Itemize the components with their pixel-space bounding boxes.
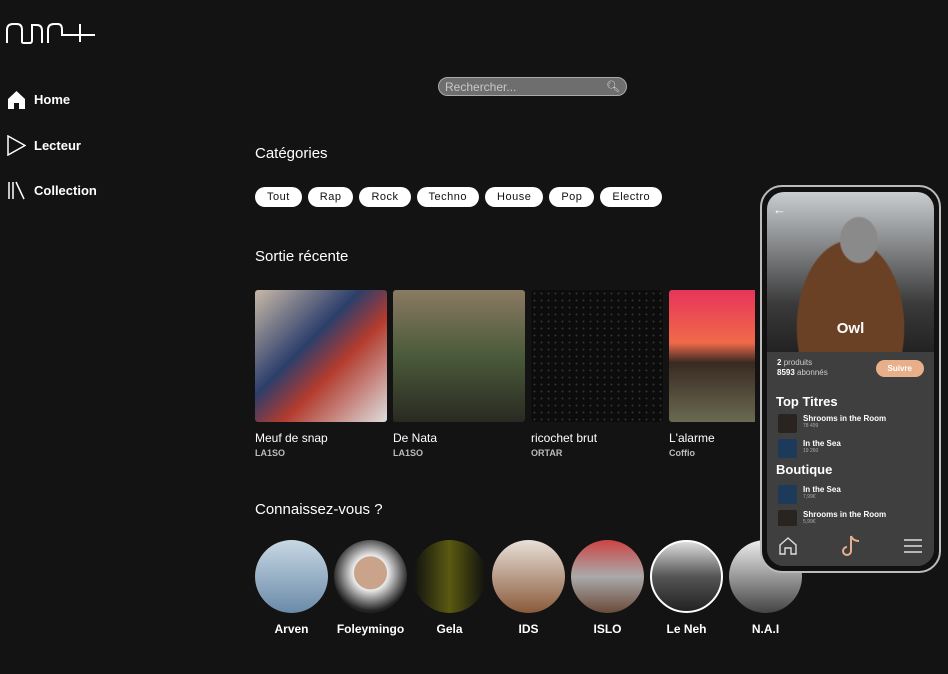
home-icon xyxy=(8,91,25,109)
category-chip[interactable]: Tout xyxy=(255,187,302,207)
artist-avatar[interactable] xyxy=(571,540,644,613)
album-title: L'alarme xyxy=(669,431,715,445)
artist-card[interactable]: Arven xyxy=(255,540,328,636)
artist-avatar[interactable] xyxy=(255,540,328,613)
product-thumbnail xyxy=(778,485,797,504)
discover-title: Connaissez-vous ? xyxy=(255,501,383,518)
album-cover[interactable] xyxy=(393,290,525,422)
categories-title: Catégories xyxy=(255,145,328,162)
album-artist[interactable]: LA1SO xyxy=(255,448,387,458)
artist-card[interactable]: Le Neh xyxy=(650,540,723,636)
artist-avatar[interactable] xyxy=(650,540,723,613)
album-artist[interactable]: LA1SO xyxy=(393,448,525,458)
artist-avatar[interactable] xyxy=(413,540,486,613)
search-input[interactable] xyxy=(445,79,595,94)
album-artist[interactable]: Coffio xyxy=(669,448,755,458)
artist-card[interactable]: Foleymingo xyxy=(334,540,407,636)
artist-name: Gela xyxy=(436,622,463,636)
album-card[interactable]: De Nata LA1SO xyxy=(393,290,525,458)
artist-avatar[interactable] xyxy=(492,540,565,613)
category-chip[interactable]: Rap xyxy=(307,187,354,207)
menu-icon[interactable] xyxy=(904,539,922,553)
sidebar-item-collection[interactable]: Collection xyxy=(7,181,97,200)
artist-card[interactable]: ISLO xyxy=(571,540,644,636)
play-icon xyxy=(7,135,26,156)
sidebar-item-label: Collection xyxy=(34,183,97,198)
category-chip[interactable]: House xyxy=(485,187,544,207)
home-icon[interactable] xyxy=(779,537,797,555)
sidebar-item-label: Home xyxy=(34,92,71,107)
album-card[interactable]: ricochet brut ORTAR xyxy=(531,290,663,458)
follow-button[interactable]: Suivre xyxy=(875,360,924,377)
category-chip[interactable]: Electro xyxy=(600,187,663,207)
album-card[interactable]: L'alarme Coffio xyxy=(669,290,755,458)
top-titles-heading: Top Titres xyxy=(776,394,838,409)
category-chip[interactable]: Pop xyxy=(549,187,595,207)
shop-heading: Boutique xyxy=(776,462,833,477)
artist-avatar[interactable] xyxy=(334,540,407,613)
category-chip[interactable]: Rock xyxy=(359,187,411,207)
search-icon[interactable]: 🔍︎ xyxy=(606,80,620,93)
back-arrow-icon[interactable]: ← xyxy=(773,202,786,217)
track-item[interactable]: Shrooms in the Room 78 499 xyxy=(778,414,886,433)
artist-name: Foleymingo xyxy=(336,622,405,636)
artist-name: Le Neh xyxy=(666,622,707,636)
library-icon xyxy=(8,181,25,200)
album-cover[interactable] xyxy=(531,290,663,422)
artist-stats: 2 produits 8593 abonnés xyxy=(777,358,828,377)
search-bar[interactable]: 🔍︎ xyxy=(438,77,627,96)
album-cover[interactable] xyxy=(255,290,387,422)
album-artist[interactable]: ORTAR xyxy=(531,448,663,458)
sidebar-item-lecteur[interactable]: Lecteur xyxy=(7,135,81,156)
album-title: ricochet brut xyxy=(531,431,598,445)
logo xyxy=(6,23,95,44)
sidebar-item-label: Lecteur xyxy=(34,138,81,153)
album-title: De Nata xyxy=(393,431,438,445)
artist-name: IDS xyxy=(518,622,539,636)
artist-card[interactable]: IDS xyxy=(492,540,565,636)
artist-card[interactable]: Gela xyxy=(413,540,486,636)
album-card[interactable]: Meuf de snap LA1SO xyxy=(255,290,387,458)
track-item[interactable]: In the Sea 19 260 xyxy=(778,439,841,458)
shop-item[interactable]: In the Sea 7,99€ xyxy=(778,485,841,504)
artist-name: ISLO xyxy=(593,622,622,636)
album-title: Meuf de snap xyxy=(255,431,328,445)
artist-name: N.A.I xyxy=(751,622,780,636)
track-thumbnail xyxy=(778,439,797,458)
music-note-icon[interactable] xyxy=(841,535,861,557)
sidebar-item-home[interactable]: Home xyxy=(7,90,70,109)
recent-title: Sortie récente xyxy=(255,248,349,265)
album-cover[interactable] xyxy=(669,290,755,422)
phone-mockup: ← Owl 2 produits 8593 abonnés Suivre Top … xyxy=(760,185,941,573)
artist-name: Arven xyxy=(274,622,309,636)
category-chip[interactable]: Techno xyxy=(416,187,480,207)
track-thumbnail xyxy=(778,414,797,433)
artist-name: Owl xyxy=(836,320,865,337)
